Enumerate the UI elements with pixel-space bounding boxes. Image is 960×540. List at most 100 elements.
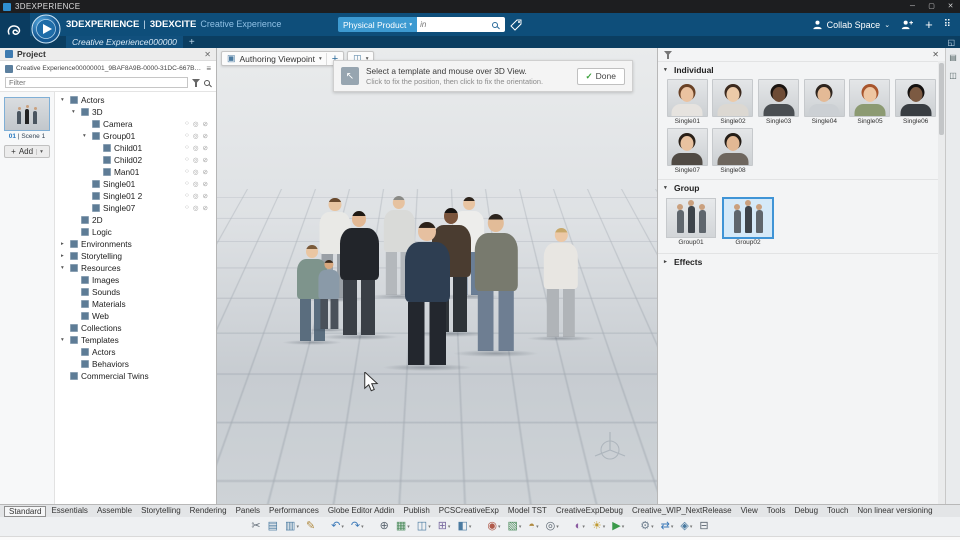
grid-icon[interactable]: ⊞ ▾ [438,521,451,532]
ribbon-tab[interactable]: Debug [790,506,822,517]
tree-expander-icon[interactable]: ▾ [61,337,67,343]
section-header-individual[interactable]: ▾ Individual [658,61,945,77]
chevron-down-icon[interactable]: ▾ [319,56,322,62]
tree-item[interactable]: Child01 ○ ◎ ⊘ [55,142,216,154]
tree-item[interactable]: Man01 ○ ◎ ⊘ [55,166,216,178]
individual-thumbnail[interactable]: Single03 [757,79,800,125]
group-thumbnail[interactable]: Group02 [722,197,774,246]
ribbon-tab[interactable]: Tools [763,506,790,517]
tree-item[interactable]: ▾ 3D ○ ◎ ⊘ [55,106,216,118]
group-thumbnail[interactable]: Group01 [666,198,716,246]
ribbon-tab[interactable]: CreativeExpDebug [552,506,627,517]
tree-item[interactable]: Camera ○ ◎ ⊘ [55,118,216,130]
circle-toggle-icon[interactable]: ○ [185,144,189,152]
tree-item[interactable]: Behaviors ○ ◎ ⊘ [55,358,216,370]
redo-icon[interactable]: ↷ ▾ [351,521,364,532]
section-header-effects[interactable]: ▸ Effects [658,253,945,269]
filter-funnel-icon[interactable] [192,78,200,87]
document-tab[interactable]: Creative Experience000000 [66,36,183,48]
tree-item[interactable]: ▾ Resources ○ ◎ ⊘ [55,262,216,274]
scene-thumbnail[interactable] [4,97,50,131]
cut-icon[interactable]: ✂ ▾ [251,521,260,532]
chevron-down-icon[interactable]: ▾ [469,524,472,530]
ribbon-tab[interactable]: Essentials [47,506,91,517]
visibility-eye-icon[interactable]: ◎ [193,180,199,188]
tree-item[interactable]: Images ○ ◎ ⊘ [55,274,216,286]
viewpoint-dropdown[interactable]: ▣ Authoring Viewpoint ▾ + [221,51,345,66]
zoom-icon[interactable]: ⊕ ▾ [380,521,389,532]
filter-input[interactable] [5,77,188,88]
chevron-down-icon[interactable]: ▾ [582,524,585,530]
edit-icon[interactable]: ✎ ▾ [306,521,315,532]
tree-item[interactable]: Single01 2 ○ ◎ ⊘ [55,190,216,202]
chevron-down-icon[interactable]: ▾ [448,524,451,530]
library-scrollbar[interactable] [938,61,945,504]
individual-thumbnail[interactable]: Single02 [712,79,755,125]
render-icon[interactable]: ▧ ▾ [507,521,521,532]
chevron-down-icon[interactable]: ▾ [407,524,410,530]
ribbon-tab[interactable]: Model TST [504,506,551,517]
ribbon-tab[interactable]: Non linear versioning [853,506,936,517]
individual-thumbnail[interactable]: Single05 [849,79,892,125]
visibility-eye-icon[interactable]: ◎ [193,156,199,164]
tree-search-icon[interactable] [204,79,210,86]
split-view-icon[interactable]: ◧ ▾ [457,521,471,532]
actor-figure[interactable] [382,222,472,372]
circle-toggle-icon[interactable]: ○ [185,132,189,140]
individual-thumbnail[interactable]: Single04 [803,79,846,125]
tree-item[interactable]: 2D ○ ◎ ⊘ [55,214,216,226]
tree-item[interactable]: ▾ Group01 ○ ◎ ⊘ [55,130,216,142]
properties-panel-icon[interactable]: ◫ [949,71,957,80]
section-header-group[interactable]: ▾ Group [658,179,945,195]
play-icon[interactable]: ▶ ▾ [612,521,624,532]
settings-icon[interactable]: ⚙ ▾ [640,521,653,532]
3d-viewport[interactable]: ▣ Authoring Viewpoint ▾ + ◫ ▾ ↖ Select a… [217,48,657,504]
lock-icon[interactable]: ⊘ [203,156,208,164]
individual-thumbnail[interactable]: Single08 [712,128,755,174]
chevron-down-icon[interactable]: ▾ [498,524,501,530]
chevron-down-icon[interactable]: ▾ [603,524,606,530]
ribbon-tab[interactable]: Standard [4,505,47,517]
add-scene-button[interactable]: + Add ▾ [4,145,50,158]
target-icon[interactable]: ◎ ▾ [546,521,559,532]
tree-item[interactable]: Single07 ○ ◎ ⊘ [55,202,216,214]
individual-thumbnail[interactable]: Single01 [666,79,709,125]
tree-item[interactable]: Child02 ○ ◎ ⊘ [55,154,216,166]
search-input[interactable] [420,20,491,29]
done-button[interactable]: ✓ Done [576,67,625,85]
visibility-eye-icon[interactable]: ◎ [193,168,199,176]
circle-toggle-icon[interactable]: ○ [185,204,189,212]
tree-item[interactable]: Materials ○ ◎ ⊘ [55,298,216,310]
sync-icon[interactable]: ⇄ ▾ [661,521,674,532]
collab-space-dropdown[interactable]: Collab Space ⌄ [812,19,890,30]
chevron-down-icon[interactable]: ▾ [341,524,344,530]
chevron-down-icon[interactable]: ▾ [428,524,431,530]
layout-icon[interactable]: ▦ ▾ [396,521,410,532]
lock-icon[interactable]: ⊘ [203,132,208,140]
chevron-down-icon[interactable]: ▾ [671,524,674,530]
ribbon-tab[interactable]: View [737,506,762,517]
tree-item[interactable]: Actors ○ ◎ ⊘ [55,346,216,358]
tree-item[interactable]: ▸ Storytelling ○ ◎ ⊘ [55,250,216,262]
chevron-down-icon[interactable]: ▾ [296,524,299,530]
tree-item[interactable]: ▾ Actors ○ ◎ ⊘ [55,94,216,106]
minimize-button[interactable]: ─ [903,0,922,13]
chevron-down-icon[interactable]: ▾ [690,524,693,530]
compass-icon[interactable] [31,14,61,49]
close-icon[interactable]: ✕ [932,50,939,59]
material-icon[interactable]: ◐ ▾ [575,521,585,532]
ribbon-tab[interactable]: Rendering [186,506,231,517]
chevron-down-icon[interactable]: ▾ [622,524,625,530]
ribbon-tab[interactable]: PCSCreativeExp [435,506,503,517]
circle-toggle-icon[interactable]: ○ [185,156,189,164]
camera-icon[interactable]: ◉ ▾ [487,521,500,532]
tree-expander-icon[interactable]: ▸ [61,253,67,259]
tree-item[interactable]: Collections ○ ◎ ⊘ [55,322,216,334]
ribbon-tab[interactable]: Performances [265,506,323,517]
ribbon-tab[interactable]: Creative_WIP_NextRelease [628,506,736,517]
chevron-down-icon[interactable]: ▾ [519,524,522,530]
new-tab-button[interactable]: + [183,37,201,48]
3ds-logo[interactable] [0,13,30,48]
tree-item[interactable]: Sounds ○ ◎ ⊘ [55,286,216,298]
collapse-icon[interactable]: ⊟ ▾ [699,521,708,532]
